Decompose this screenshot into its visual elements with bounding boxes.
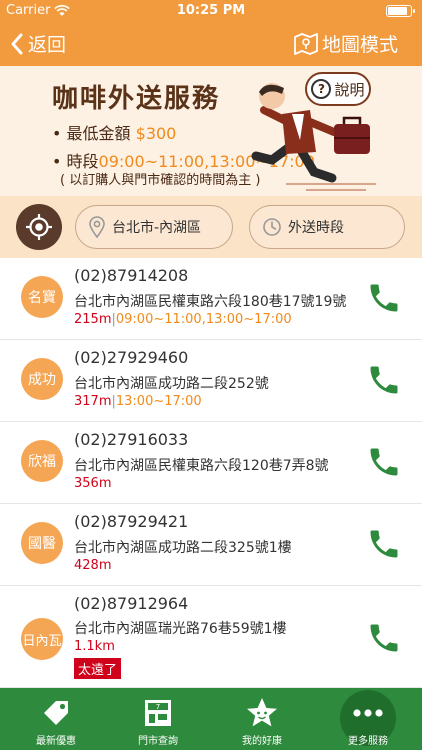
clock-icon	[263, 218, 281, 236]
store-distance: 1.1km	[74, 639, 115, 654]
store-address: 台北市內湖區成功路二段325號1樓	[74, 540, 292, 556]
store-address: 台北市內湖區瑞光路76巷59號1樓	[74, 621, 287, 637]
store-phone: (02)27929460	[74, 348, 189, 367]
store-row[interactable]: 欣福 (02)27916033 台北市內湖區民權東路六段120巷7弄8號 356…	[0, 422, 422, 504]
store-hours: 13:00~17:00	[115, 394, 202, 409]
tab-latest-offers[interactable]: 最新優惠	[6, 688, 106, 750]
store-meta: 356m	[74, 476, 111, 491]
map-mode-button[interactable]: 地圖模式	[294, 30, 398, 57]
map-icon	[294, 32, 318, 55]
min-amount-value: $300	[135, 124, 177, 143]
store-badge: 國醫	[21, 522, 63, 564]
store-distance: 215m	[74, 312, 112, 327]
store-phone: (02)87912964	[74, 594, 189, 613]
crosshair-icon	[26, 214, 52, 240]
tab-label: 最新優惠	[36, 736, 76, 747]
chevron-left-icon	[11, 33, 23, 54]
store-phone: (02)27916033	[74, 430, 189, 449]
store-badge: 日內瓦	[21, 618, 63, 660]
store-address: 台北市內湖區民權東路六段120巷7弄8號	[74, 458, 329, 474]
help-label: 說明	[334, 80, 365, 99]
svg-text:7: 7	[156, 703, 160, 711]
clock: 10:25 PM	[176, 3, 246, 18]
status-bar: Carrier 10:25 PM	[0, 0, 422, 22]
store-hours: 09:00~11:00,13:00~17:00	[115, 312, 292, 327]
store-icon: 7	[145, 700, 171, 726]
store-badge: 欣福	[21, 440, 63, 482]
store-distance: 428m	[74, 558, 112, 573]
delivery-time-label: 外送時段	[288, 220, 344, 236]
tab-my-deals[interactable]: 我的好康	[212, 688, 312, 750]
store-row[interactable]: 名寶 (02)87914208 台北市內湖區民權東路六段180巷17號19號 2…	[0, 258, 422, 340]
filter-bar: 台北市-內湖區 外送時段	[0, 196, 422, 258]
help-button[interactable]: ? 說明	[305, 72, 371, 106]
phone-icon[interactable]	[366, 620, 402, 656]
question-icon: ?	[311, 79, 332, 99]
store-distance: 317m	[74, 394, 112, 409]
nav-bar: 返回 地圖模式	[0, 22, 422, 66]
tab-store-search[interactable]: 7 門市查詢	[108, 688, 208, 750]
battery-icon	[386, 5, 415, 17]
store-meta: 1.1km	[74, 639, 115, 654]
map-mode-label: 地圖模式	[321, 34, 398, 56]
phone-icon[interactable]	[366, 280, 402, 316]
phone-icon[interactable]	[366, 444, 402, 480]
back-button[interactable]: 返回	[10, 30, 66, 57]
store-list: 名寶 (02)87914208 台北市內湖區民權東路六段180巷17號19號 2…	[0, 258, 422, 688]
min-amount-label: 最低金額	[66, 124, 131, 143]
star-icon	[247, 698, 277, 727]
store-meta: 428m	[74, 558, 111, 573]
tab-label: 更多服務	[348, 736, 388, 747]
more-icon	[353, 709, 383, 717]
store-phone: (02)87929421	[74, 512, 189, 531]
locate-button[interactable]	[16, 204, 62, 250]
phone-icon[interactable]	[366, 362, 402, 398]
store-row[interactable]: 國醫 (02)87929421 台北市內湖區成功路二段325號1樓 428m	[0, 504, 422, 586]
delivery-banner: 咖啡外送服務 • 最低金額 $300 • 時段09:00~11:00,13:00…	[0, 66, 422, 196]
store-address: 台北市內湖區民權東路六段180巷17號19號	[74, 294, 347, 310]
store-badge: 成功	[21, 358, 63, 400]
store-row[interactable]: 日內瓦 (02)87912964 台北市內湖區瑞光路76巷59號1樓 1.1km…	[0, 586, 422, 688]
tab-label: 我的好康	[242, 736, 282, 747]
phone-icon[interactable]	[366, 526, 402, 562]
store-address: 台北市內湖區成功路二段252號	[74, 376, 269, 392]
delivery-time-selector[interactable]: 外送時段	[249, 205, 405, 249]
back-label: 返回	[28, 34, 67, 56]
store-meta: 317m|13:00~17:00	[74, 394, 202, 409]
tab-more-services[interactable]: 更多服務	[318, 688, 418, 750]
location-pin-icon	[89, 216, 105, 238]
store-badge: 名寶	[21, 276, 63, 318]
store-phone: (02)87914208	[74, 266, 189, 285]
tag-icon	[44, 701, 68, 725]
min-amount-line: • 最低金額 $300	[52, 124, 177, 143]
area-label: 台北市-內湖區	[112, 220, 202, 236]
tab-bar: 最新優惠 7 門市查詢 我的好康 更多服務	[0, 688, 422, 750]
store-meta: 215m|09:00~11:00,13:00~17:00	[74, 312, 292, 327]
area-selector[interactable]: 台北市-內湖區	[75, 205, 233, 249]
tab-label: 門市查詢	[138, 736, 178, 747]
banner-note: ( 以訂購人與門市確認的時間為主 )	[60, 173, 261, 188]
too-far-badge: 太遠了	[74, 658, 122, 679]
banner-title: 咖啡外送服務	[52, 84, 221, 114]
store-distance: 356m	[74, 476, 112, 491]
store-row[interactable]: 成功 (02)27929460 台北市內湖區成功路二段252號 317m|13:…	[0, 340, 422, 422]
